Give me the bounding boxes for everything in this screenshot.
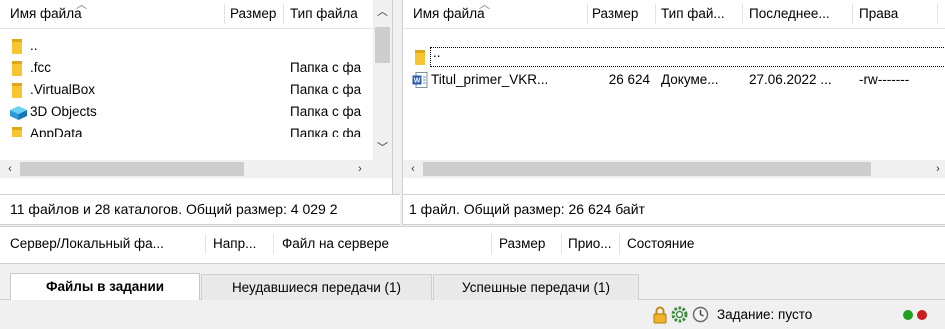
- remote-col-modified[interactable]: Последнее...: [749, 0, 830, 28]
- scroll-up-icon[interactable]: ︿: [373, 4, 392, 20]
- folder-icon: [12, 83, 22, 98]
- file-name: .VirtualBox: [30, 82, 96, 97]
- list-item[interactable]: ..: [0, 35, 372, 57]
- file-type: Папка с фа: [290, 60, 362, 75]
- 3d-objects-icon: [10, 105, 27, 120]
- tab-queued-files[interactable]: Файлы в задании: [10, 273, 200, 300]
- file-name: Titul_primer_VKR...: [431, 72, 549, 87]
- list-item[interactable]: AppData Папка с фа: [0, 123, 372, 137]
- remote-col-name[interactable]: Имя файла: [413, 0, 485, 28]
- queue-col-size[interactable]: Размер: [499, 230, 545, 258]
- queue-header: Сервер/Локальный фа... Напр... Файл на с…: [0, 230, 945, 258]
- remote-col-type[interactable]: Тип фай...: [661, 0, 725, 28]
- local-list-header: Имя файла ︿ Размер Тип файла: [0, 0, 392, 29]
- local-file-list[interactable]: Имя файла ︿ Размер Тип файла .. .fcc Пап…: [0, 0, 393, 194]
- remote-status-bar: 1 файл. Общий размер: 26 624 байт: [402, 194, 945, 225]
- word-document-icon: W: [412, 72, 428, 88]
- queue-col-priority[interactable]: Прио...: [568, 230, 612, 258]
- remote-status-text: 1 файл. Общий размер: 26 624 байт: [409, 201, 645, 217]
- remote-col-size[interactable]: Размер: [592, 0, 638, 28]
- scrollbar-thumb[interactable]: [20, 162, 244, 176]
- list-item[interactable]: .VirtualBox Папка с фа: [0, 79, 372, 101]
- list-item[interactable]: .fcc Папка с фа: [0, 57, 372, 79]
- remote-horizontal-scrollbar[interactable]: ‹ ›: [403, 160, 945, 178]
- sort-ascending-icon: ︿: [76, 0, 87, 11]
- file-type: Папка с фа: [290, 104, 362, 119]
- list-item-parent[interactable]: ..: [403, 45, 945, 68]
- local-status-bar: 11 файлов и 28 каталогов. Общий размер: …: [0, 194, 400, 225]
- scroll-right-icon[interactable]: ›: [930, 161, 945, 177]
- scroll-left-icon[interactable]: ‹: [405, 161, 421, 177]
- clock-icon[interactable]: [692, 306, 709, 323]
- file-type: Папка с фа: [290, 126, 362, 137]
- queue-col-direction[interactable]: Напр...: [213, 230, 256, 258]
- file-permissions: -rw-------: [859, 72, 910, 87]
- list-item[interactable]: W Titul_primer_VKR... 26 624 Докуме... 2…: [403, 69, 945, 91]
- remote-list-header: Имя файла ︿ Размер Тип фай... Последнее.…: [403, 0, 945, 29]
- local-vertical-scrollbar[interactable]: ︿ ﹀: [373, 0, 392, 160]
- local-col-size[interactable]: Размер: [230, 0, 276, 28]
- local-horizontal-scrollbar[interactable]: ‹ ›: [0, 160, 373, 178]
- sort-ascending-icon: ︿: [479, 0, 490, 11]
- folder-icon: [12, 61, 22, 76]
- file-modified: 27.06.2022 ...: [749, 72, 832, 87]
- lock-icon: [653, 306, 667, 324]
- file-name: ..: [433, 45, 441, 60]
- file-name: 3D Objects: [30, 104, 97, 119]
- file-type: Папка с фа: [290, 82, 362, 97]
- file-name: ..: [30, 38, 38, 53]
- scroll-left-icon[interactable]: ‹: [2, 161, 18, 177]
- svg-text:W: W: [414, 78, 421, 85]
- remote-col-permissions[interactable]: Права: [859, 0, 898, 28]
- scroll-right-icon[interactable]: ›: [352, 161, 368, 177]
- file-name: AppData: [30, 126, 83, 137]
- gear-icon[interactable]: [671, 306, 688, 323]
- queue-col-server[interactable]: Сервер/Локальный фа...: [10, 230, 164, 258]
- tab-successful-transfers[interactable]: Успешные передачи (1): [433, 274, 639, 300]
- local-col-type[interactable]: Тип файла: [290, 0, 358, 28]
- list-item[interactable]: 3D Objects Папка с фа: [0, 101, 372, 123]
- queue-col-remote-file[interactable]: Файл на сервере: [282, 230, 389, 258]
- send-activity-led: [903, 310, 913, 320]
- focus-rectangle: [430, 47, 945, 67]
- queue-tabs: Файлы в задании Неудавшиеся передачи (1)…: [0, 272, 945, 300]
- scrollbar-thumb[interactable]: [423, 162, 871, 176]
- folder-icon: [12, 127, 22, 137]
- folder-icon: [415, 50, 425, 65]
- local-status-text: 11 файлов и 28 каталогов. Общий размер: …: [10, 201, 338, 217]
- bottom-status-bar: Задание: пусто: [0, 301, 945, 329]
- scroll-down-icon[interactable]: ﹀: [373, 140, 392, 156]
- scrollbar-thumb[interactable]: [375, 27, 390, 63]
- file-size: 26 624: [608, 72, 650, 87]
- tab-failed-transfers[interactable]: Неудавшиеся передачи (1): [201, 274, 432, 300]
- queue-col-state[interactable]: Состояние: [627, 230, 694, 258]
- scroll-corner: [373, 160, 392, 178]
- folder-icon: [12, 39, 22, 54]
- local-col-name[interactable]: Имя файла: [10, 0, 82, 28]
- transfer-queue[interactable]: Сервер/Локальный фа... Напр... Файл на с…: [0, 226, 945, 264]
- file-name: .fcc: [30, 60, 52, 75]
- file-type: Докуме...: [661, 72, 719, 87]
- remote-file-list[interactable]: Имя файла ︿ Размер Тип фай... Последнее.…: [402, 0, 945, 194]
- receive-activity-led: [917, 310, 927, 320]
- queue-status-text: Задание: пусто: [717, 307, 813, 322]
